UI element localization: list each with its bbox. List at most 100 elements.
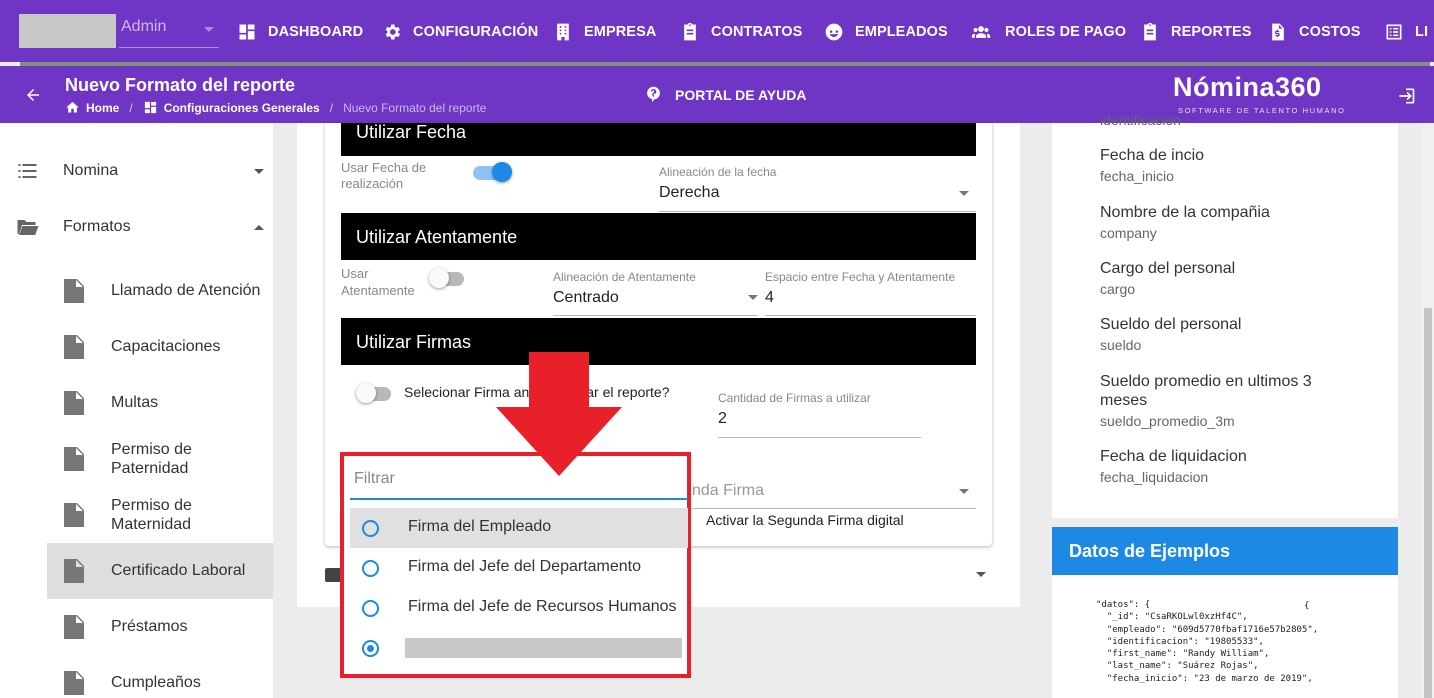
sidebar-subitem-paternidad[interactable]: Permiso de Paternidad	[47, 431, 273, 487]
list-icon	[18, 164, 37, 178]
variable-key: fecha_inicio	[1100, 168, 1174, 184]
face-icon	[825, 23, 843, 41]
sidebar-subitem-cumpleanos[interactable]: Cumpleaños	[47, 655, 273, 698]
breadcrumb: Home / Configuraciones Generales / Nuevo…	[65, 100, 486, 115]
toggle-seleccionar-firma[interactable]	[356, 383, 397, 405]
align-fecha-label: Alineación de la fecha	[659, 165, 777, 179]
option-redacted[interactable]	[350, 628, 688, 668]
page-title: Nuevo Formato del reporte	[65, 75, 296, 95]
logout-icon[interactable]	[1396, 86, 1416, 106]
radio-icon	[362, 520, 379, 537]
brand-tagline: SOFTWARE DE TALENTO HUMANO	[1178, 106, 1346, 115]
variable-item: Fecha de liquidacion fecha_liquidacion	[1100, 447, 1247, 485]
select-underline	[659, 211, 976, 212]
align-atentamente-label: Alineación de Atentamente	[553, 270, 696, 284]
nav-empleados-label: EMPLEADOS	[855, 24, 948, 40]
back-arrow-icon[interactable]	[24, 86, 42, 104]
chevron-down-icon	[959, 489, 969, 494]
sidebar-subitem-prestamos[interactable]: Préstamos	[47, 599, 273, 655]
dashboard-icon	[144, 101, 156, 114]
nav-roles-de-pago[interactable]: ROLES DE PAGO	[968, 20, 1126, 44]
nav-costos[interactable]: COSTOS	[1268, 20, 1361, 44]
examples-header: Datos de Ejemplos	[1052, 527, 1398, 575]
input-underline	[718, 437, 921, 438]
option-firma-jefe-rrhh[interactable]: Firma del Jefe de Recursos Humanos	[350, 588, 688, 628]
breadcrumb-separator: /	[329, 100, 334, 115]
toggle-usar-fecha[interactable]	[473, 162, 513, 184]
signature-dropdown: Filtrar Firma del Empleado Firma del Jef…	[340, 452, 691, 678]
space-input[interactable]: 4	[765, 289, 774, 307]
variable-key: fecha_liquidacion	[1100, 469, 1209, 485]
sidebar-subitem-llamado[interactable]: Llamado de Atención	[47, 263, 273, 319]
breadcrumb-home[interactable]: Home	[86, 101, 119, 115]
toggle-knob	[492, 162, 512, 182]
nav-more[interactable]: LI	[1384, 20, 1428, 44]
chevron-down-icon	[204, 27, 214, 32]
variable-key: cargo	[1100, 281, 1136, 297]
count-firmas-input[interactable]: 2	[718, 410, 727, 428]
help-portal-link[interactable]: PORTAL DE AYUDA	[645, 86, 806, 103]
sidebar-item-label: Formatos	[63, 218, 131, 235]
chevron-down-icon	[959, 191, 969, 196]
invoice-icon	[1272, 23, 1284, 41]
variable-key: identificacion	[1100, 112, 1181, 126]
option-firma-empleado[interactable]: Firma del Empleado	[350, 508, 688, 548]
toggle-usar-atentamente[interactable]	[429, 268, 470, 290]
home-icon	[66, 101, 79, 113]
align-fecha-select[interactable]: Derecha	[659, 184, 719, 202]
breadcrumb-current: Nuevo Formato del reporte	[343, 100, 487, 115]
nav-contratos-label: CONTRATOS	[711, 24, 803, 40]
variable-item: Nombre de la compañia company	[1100, 203, 1270, 241]
breadcrumb-config[interactable]: Configuraciones Generales	[164, 101, 320, 115]
nav-dashboard[interactable]: DASHBOARD	[237, 20, 363, 44]
radio-selected-icon	[362, 640, 379, 657]
variable-name: Cargo del personal	[1100, 260, 1236, 277]
variable-name: Sueldo del personal	[1100, 316, 1242, 333]
examples-json-text: "datos": { "_id": "CsaRKOLwl0xzHf4C", "e…	[1096, 600, 1319, 684]
option-firma-jefe-departamento[interactable]: Firma del Jefe del Departamento	[350, 548, 688, 588]
nav-configuracion[interactable]: CONFIGURACIÓN	[382, 20, 538, 44]
dashboard-icon	[239, 24, 255, 40]
sidebar-subitem-label: Cumpleaños	[111, 674, 201, 691]
option-label: Firma del Jefe de Recursos Humanos	[408, 598, 677, 615]
sidebar-item-formatos[interactable]: Formatos	[0, 199, 273, 255]
pdf-file-icon	[64, 503, 84, 527]
partial-menu-icon	[14, 123, 41, 129]
second-signature-select[interactable]: nda Firma	[692, 482, 764, 500]
nav-empresa[interactable]: EMPRESA	[553, 20, 656, 44]
user-avatar-redacted	[19, 14, 116, 48]
select-underline	[692, 508, 976, 509]
nav-contratos[interactable]: CONTRATOS	[680, 20, 802, 44]
select-underline	[553, 315, 758, 316]
sidebar-subitem-maternidad[interactable]: Permiso de Maternidad	[47, 487, 273, 543]
nav-reportes-label: REPORTES	[1171, 24, 1252, 40]
pdf-file-icon	[64, 671, 84, 695]
help-portal-label: PORTAL DE AYUDA	[675, 86, 807, 103]
radio-icon	[362, 560, 379, 577]
option-label: Firma del Empleado	[408, 518, 552, 535]
count-firmas-label: Cantidad de Firmas a utilizar	[718, 391, 871, 405]
variable-item: Fecha de incio fecha_inicio	[1100, 146, 1204, 184]
variable-item: Cargo del personal cargo	[1100, 259, 1235, 297]
nav-more-label: LI	[1415, 24, 1429, 40]
pdf-file-icon	[64, 279, 84, 303]
variable-key: sueldo	[1100, 337, 1142, 353]
sidebar-item-nomina[interactable]: Nomina	[0, 143, 273, 199]
user-selector[interactable]: Admin	[19, 14, 219, 48]
toggle-label-atentamente: Usar Atentamente	[341, 266, 415, 298]
sidebar-subitem-label: Permiso de Maternidad	[111, 497, 192, 533]
sidebar-subitem-capacitaciones[interactable]: Capacitaciones	[47, 319, 273, 375]
toggle-knob	[356, 383, 376, 403]
scrollbar-thumb[interactable]	[1424, 308, 1432, 698]
variable-key: sueldo_promedio_3m	[1100, 413, 1235, 429]
input-underline	[765, 315, 976, 316]
sidebar-subitem-multas[interactable]: Multas	[47, 375, 273, 431]
clipboard-icon	[684, 22, 696, 41]
sidebar: Nomina Formatos Llamado de Atención Capa…	[0, 123, 273, 698]
nav-empleados[interactable]: EMPLEADOS	[824, 20, 948, 44]
nav-reportes[interactable]: REPORTES	[1140, 20, 1252, 44]
pdf-file-icon	[64, 447, 84, 471]
pdf-file-icon	[64, 335, 84, 359]
align-atentamente-select[interactable]: Centrado	[553, 289, 619, 307]
sidebar-subitem-certificado[interactable]: Certificado Laboral	[47, 543, 273, 599]
